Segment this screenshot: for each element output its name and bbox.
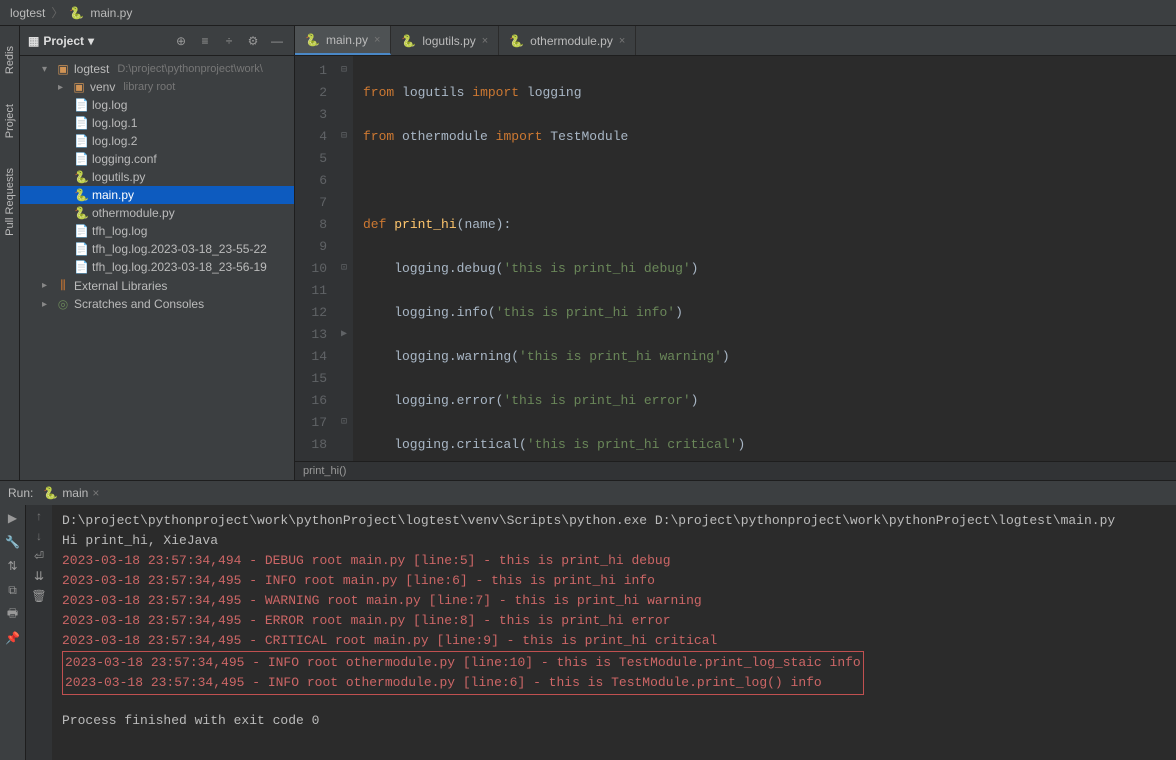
rail-redis[interactable]: Redis [4,46,16,74]
tab-main[interactable]: 🐍main.py× [295,26,391,55]
highlighted-log-block: 2023-03-18 23:57:34,495 - INFO root othe… [62,651,864,695]
sidebar-title[interactable]: ▦ Project ▾ [28,34,94,48]
console-exit: Process finished with exit code 0 [62,711,1166,731]
project-sidebar: ▦ Project ▾ ⊕ ≡ ÷ ⚙ — ▾ ▣ logtest D:\pro… [20,26,295,480]
console-line: Hi print_hi, XieJava [62,531,1166,551]
settings-icon[interactable]: ⚙ [244,32,262,50]
down-icon[interactable]: ↓ [36,529,42,543]
run-panel: Run: 🐍main × ▶ 🔧 ⇅ ⧉ 🖶 📌 ↑ ↓ ⏎ ⇊ 🗑 D:\pr… [0,480,1176,760]
line-gutter: 123456789101112131415161718 [295,56,335,461]
python-icon: 🐍 [401,34,416,48]
console-log: 2023-03-18 23:57:34,494 - DEBUG root mai… [62,551,1166,571]
project-tree[interactable]: ▾ ▣ logtest D:\project\pythonproject\wor… [20,56,294,317]
left-rail: Redis Project Pull Requests [0,26,20,480]
console-log: 2023-03-18 23:57:34,495 - INFO root main… [62,571,1166,591]
print-icon[interactable]: 🖶 [4,605,22,623]
soft-wrap-icon[interactable]: ⏎ [34,549,44,563]
rerun-button[interactable]: ▶ [4,509,22,527]
run-toolbar: ▶ 🔧 ⇅ ⧉ 🖶 📌 [0,505,26,760]
breadcrumb-file[interactable]: main.py [90,6,132,20]
file-icon: 📄 [74,152,88,166]
tree-root[interactable]: ▾ ▣ logtest D:\project\pythonproject\wor… [20,60,294,78]
hide-icon[interactable]: — [268,32,286,50]
breadcrumb-sep: 〉 [51,4,63,21]
tree-venv[interactable]: ▸ ▣ venv library root [20,78,294,96]
breadcrumb-project[interactable]: logtest [10,6,45,20]
close-icon[interactable]: × [92,486,99,500]
run-toolbar-2: ↑ ↓ ⏎ ⇊ 🗑 [26,505,52,760]
editor-body[interactable]: 123456789101112131415161718 ⊟⊟⊡▶⊡ from l… [295,56,1176,461]
tab-logutils[interactable]: 🐍logutils.py× [391,26,499,55]
scroll-icon[interactable]: ⇊ [34,569,44,583]
tree-file[interactable]: 🐍othermodule.py [20,204,294,222]
editor-area: 🐍main.py× 🐍logutils.py× 🐍othermodule.py×… [295,26,1176,480]
rail-project[interactable]: Project [4,104,16,138]
up-icon[interactable]: ↑ [36,509,42,523]
folder-icon: ▣ [72,80,86,94]
console-log: 2023-03-18 23:57:34,495 - WARNING root m… [62,591,1166,611]
console-line: D:\project\pythonproject\work\pythonProj… [62,511,1166,531]
tab-othermodule[interactable]: 🐍othermodule.py× [499,26,636,55]
console-log: 2023-03-18 23:57:34,495 - INFO root othe… [65,673,861,693]
file-icon: 📄 [74,260,88,274]
sidebar-header: ▦ Project ▾ ⊕ ≡ ÷ ⚙ — [20,26,294,56]
file-icon: 📄 [74,116,88,130]
python-icon: 🐍 [43,486,58,500]
tree-file[interactable]: 📄tfh_log.log.2023-03-18_23-55-22 [20,240,294,258]
python-icon: 🐍 [509,34,524,48]
file-icon: 📄 [74,98,88,112]
run-gutter-icon[interactable]: ▶ [335,324,353,346]
python-icon: 🐍 [74,188,88,202]
step-icon[interactable]: ⇅ [4,557,22,575]
pin-icon[interactable]: 📌 [4,629,22,647]
file-icon: 📄 [74,224,88,238]
console-log: 2023-03-18 23:57:34,495 - CRITICAL root … [62,631,1166,651]
expand-all-icon[interactable]: ≡ [196,32,214,50]
python-icon: 🐍 [305,33,320,47]
chevron-right-icon[interactable]: ▸ [42,299,52,310]
breadcrumb: logtest 〉 🐍 main.py [0,0,1176,26]
tree-file[interactable]: 📄log.log.1 [20,114,294,132]
file-icon: 📄 [74,134,88,148]
code-area[interactable]: from logutils import logging from otherm… [353,56,1176,461]
tree-file-main[interactable]: 🐍main.py [20,186,294,204]
library-icon: ⫼ [56,278,70,293]
chevron-right-icon[interactable]: ▸ [42,280,52,291]
gutter-icons: ⊟⊟⊡▶⊡ [335,56,353,461]
close-icon[interactable]: × [619,35,625,47]
tree-scratches[interactable]: ▸◎Scratches and Consoles [20,295,294,313]
tree-file[interactable]: 📄log.log [20,96,294,114]
run-header: Run: 🐍main × [0,481,1176,505]
console-log: 2023-03-18 23:57:34,495 - INFO root othe… [65,653,861,673]
chevron-right-icon[interactable]: ▸ [58,82,68,93]
close-icon[interactable]: × [374,34,380,46]
layout-icon[interactable]: ⧉ [4,581,22,599]
run-label: Run: [8,486,33,500]
tree-ext-lib[interactable]: ▸⫼External Libraries [20,276,294,295]
wrench-icon[interactable]: 🔧 [4,533,22,551]
console-log: 2023-03-18 23:57:34,495 - ERROR root mai… [62,611,1166,631]
run-config-tab[interactable]: 🐍main × [43,486,99,500]
tree-file[interactable]: 🐍logutils.py [20,168,294,186]
editor-tabs: 🐍main.py× 🐍logutils.py× 🐍othermodule.py× [295,26,1176,56]
console-output[interactable]: D:\project\pythonproject\work\pythonProj… [52,505,1176,760]
editor-status: print_hi() [295,461,1176,480]
tree-file[interactable]: 📄tfh_log.log [20,222,294,240]
close-icon[interactable]: × [482,35,488,47]
rail-pull-requests[interactable]: Pull Requests [4,168,16,236]
python-icon: 🐍 [69,6,84,20]
python-icon: 🐍 [74,170,88,184]
python-icon: 🐍 [74,206,88,220]
tree-file[interactable]: 📄logging.conf [20,150,294,168]
tree-file[interactable]: 📄tfh_log.log.2023-03-18_23-56-19 [20,258,294,276]
file-icon: 📄 [74,242,88,256]
clear-icon[interactable]: 🗑 [31,589,46,603]
folder-icon: ▣ [56,62,70,76]
tree-file[interactable]: 📄log.log.2 [20,132,294,150]
collapse-all-icon[interactable]: ÷ [220,32,238,50]
locate-icon[interactable]: ⊕ [172,32,190,50]
scratches-icon: ◎ [56,297,70,311]
chevron-down-icon[interactable]: ▾ [42,64,52,75]
